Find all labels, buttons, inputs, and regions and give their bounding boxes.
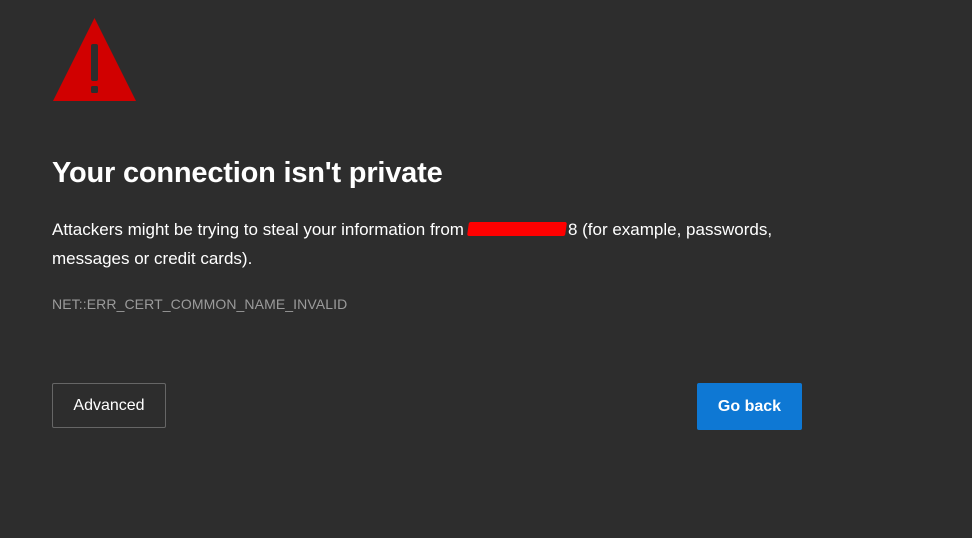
error-code: NET::ERR_CERT_COMMON_NAME_INVALID bbox=[52, 296, 348, 312]
advanced-button[interactable]: Advanced bbox=[52, 383, 166, 428]
go-back-button[interactable]: Go back bbox=[697, 383, 802, 430]
description-text-before: Attackers might be trying to steal your … bbox=[52, 220, 464, 239]
error-description: Attackers might be trying to steal your … bbox=[52, 215, 812, 273]
page-title: Your connection isn't private bbox=[52, 157, 443, 189]
redacted-hostname bbox=[466, 222, 567, 236]
warning-triangle-icon bbox=[52, 17, 137, 102]
